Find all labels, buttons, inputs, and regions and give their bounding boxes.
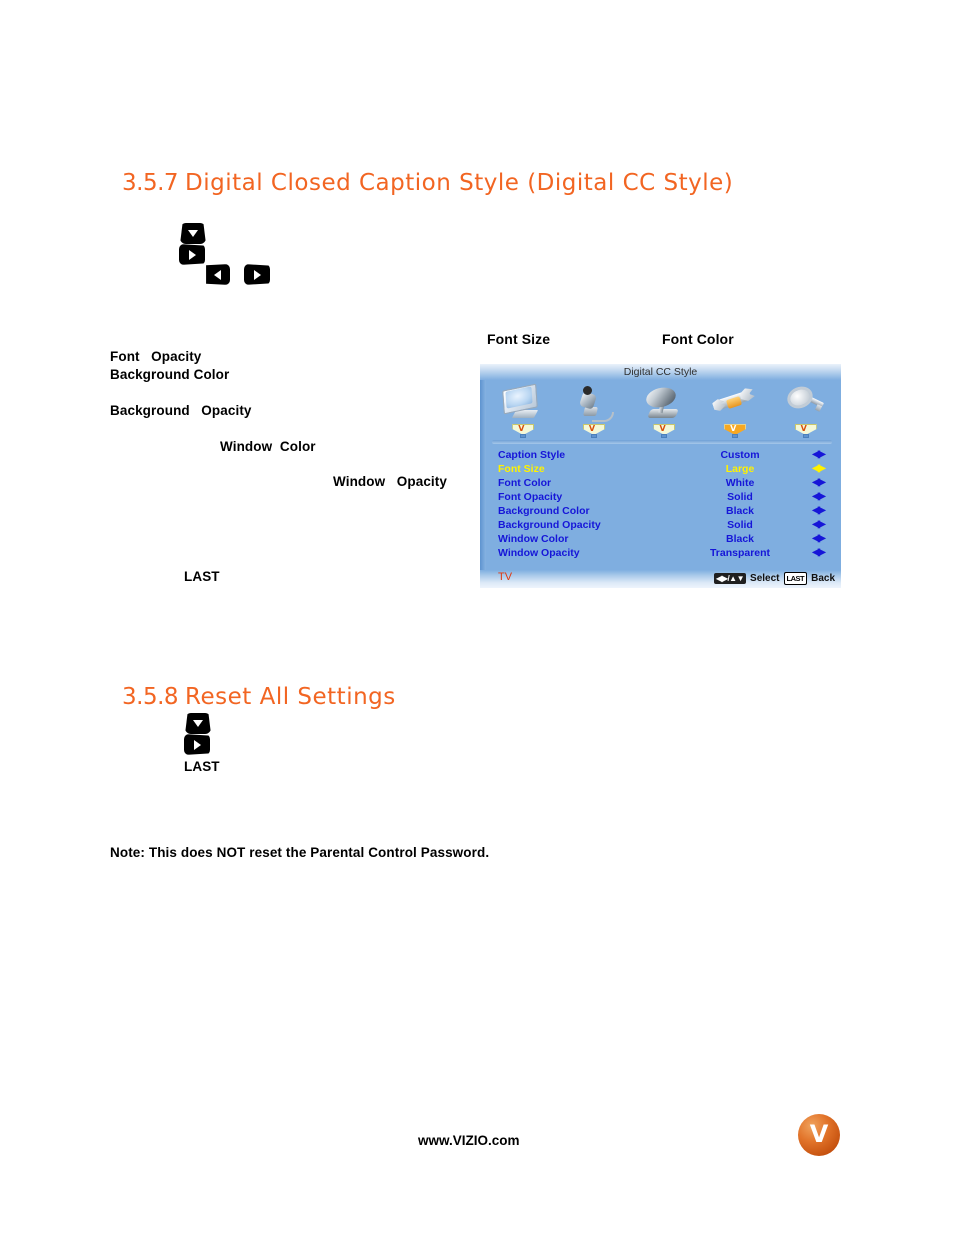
osd-row-label: Background Opacity: [498, 519, 601, 531]
osd-tab-marker: V: [582, 424, 605, 438]
microphone-audio-icon: [571, 385, 617, 423]
osd-row-font-opacity[interactable]: Font Opacity Solid ◀▶: [480, 490, 841, 504]
callout-font-size: Font Size: [487, 331, 551, 347]
last-keycap-icon: LAST: [783, 572, 808, 585]
osd-row-value: Transparent: [709, 547, 771, 559]
down-arrow-icon: [188, 230, 198, 237]
osd-settings-list: Caption Style Custom ◀▶ Font Size Large …: [480, 448, 841, 560]
osd-tab-marker-selected: V: [724, 424, 747, 438]
osd-tab-parental[interactable]: V: [776, 382, 836, 438]
osd-row-label: Font Opacity: [498, 491, 563, 503]
tv-osd-menu: Digital CC Style V V V V V Caption Style…: [480, 364, 841, 588]
osd-row-value: Large: [725, 463, 755, 475]
osd-tab-marker: V: [794, 424, 817, 438]
osd-row-adjust-icon[interactable]: ◀▶: [811, 448, 825, 462]
body-fragment-last-358: LAST: [184, 759, 220, 774]
vizio-logo: V: [798, 1114, 840, 1156]
vizio-v-glyph: V: [588, 424, 596, 433]
osd-row-label: Background Color: [498, 505, 590, 517]
osd-title: Digital CC Style: [480, 364, 841, 380]
osd-row-value: Custom: [720, 449, 760, 461]
callout-font-color: Font Color: [662, 331, 734, 347]
right-arrow-icon: [193, 739, 201, 750]
osd-row-label: Caption Style: [498, 449, 566, 461]
vizio-v-glyph: V: [518, 424, 525, 433]
section-number: 3.5.8: [122, 684, 179, 710]
body-fragment-window-opacity: Window Opacity: [333, 474, 447, 489]
osd-row-label: Font Color: [498, 477, 552, 489]
down-arrow-icon: [193, 720, 203, 727]
osd-row-label: Font Size: [498, 463, 545, 475]
remote-key-right-arrow-1: [179, 244, 205, 265]
section-heading-357: 3.5.7 Digital Closed Caption Style (Digit…: [122, 170, 733, 196]
body-fragment-background-color: Background Color: [110, 367, 230, 382]
key-parental-icon: [783, 382, 829, 423]
remote-key-down-arrow: [180, 223, 206, 244]
osd-icon-row: V V V V V: [488, 380, 841, 438]
section-number: 3.5.7: [122, 170, 179, 196]
osd-row-adjust-icon[interactable]: ◀▶: [811, 532, 825, 546]
osd-row-label: Window Opacity: [498, 547, 580, 559]
osd-row-adjust-icon[interactable]: ◀▶: [811, 462, 825, 476]
osd-divider: [492, 440, 832, 444]
vizio-v-glyph: V: [659, 424, 666, 433]
osd-footer-hints: ◀▶/▲▼ Select LAST Back: [714, 572, 835, 585]
osd-row-value: White: [725, 477, 755, 489]
right-arrow-icon: [253, 269, 261, 280]
osd-row-font-color[interactable]: Font Color White ◀▶: [480, 476, 841, 490]
vizio-v-glyph: V: [730, 424, 737, 433]
osd-row-adjust-icon[interactable]: ◀▶: [811, 546, 825, 560]
vizio-v-glyph: V: [800, 424, 807, 433]
osd-row-value: Black: [725, 533, 755, 545]
osd-row-adjust-icon[interactable]: ◀▶: [811, 504, 825, 518]
section-title: Digital Closed Caption Style (Digital CC…: [185, 170, 734, 196]
osd-input-source-label: TV: [498, 571, 513, 583]
osd-row-window-opacity[interactable]: Window Opacity Transparent ◀▶: [480, 546, 841, 560]
select-keycap-icon: ◀▶/▲▼: [714, 573, 747, 584]
remote-key-down-arrow-358: [185, 713, 211, 734]
osd-row-value: Black: [725, 505, 755, 517]
wrench-setup-icon: [712, 385, 758, 423]
remote-key-left-arrow: [206, 264, 230, 285]
back-hint-label: Back: [811, 573, 835, 584]
footer-website-url: www.VIZIO.com: [418, 1133, 520, 1148]
osd-row-caption-style[interactable]: Caption Style Custom ◀▶: [480, 448, 841, 462]
osd-tab-setup[interactable]: V: [705, 385, 765, 438]
body-fragment-last-357: LAST: [184, 569, 220, 584]
osd-row-font-size[interactable]: Font Size Large ◀▶: [480, 462, 841, 476]
osd-row-adjust-icon[interactable]: ◀▶: [811, 518, 825, 532]
satellite-dish-tuner-icon: [641, 384, 687, 423]
osd-tab-marker: V: [653, 424, 676, 438]
tv-monitor-icon: [500, 383, 546, 423]
osd-footer-bar: TV ◀▶/▲▼ Select LAST Back: [480, 570, 841, 588]
body-fragment-background-opacity: Background Opacity: [110, 403, 252, 418]
osd-row-label: Window Color: [498, 533, 569, 545]
select-hint-label: Select: [750, 573, 780, 584]
osd-row-adjust-icon[interactable]: ◀▶: [811, 476, 825, 490]
left-arrow-icon: [213, 269, 221, 280]
remote-key-right-arrow-358: [184, 734, 210, 755]
osd-tab-tv[interactable]: V: [493, 383, 553, 438]
osd-row-adjust-icon[interactable]: ◀▶: [811, 490, 825, 504]
remote-key-right-arrow-2: [244, 264, 270, 285]
osd-row-value: Solid: [727, 519, 753, 531]
section-heading-358: 3.5.8 Reset All Settings: [122, 684, 396, 710]
section-title: Reset All Settings: [185, 684, 396, 710]
osd-tab-tuner[interactable]: V: [634, 384, 694, 438]
osd-row-value: Solid: [727, 491, 753, 503]
note-text: Note: This does NOT reset the Parental C…: [110, 845, 490, 860]
body-fragment-window-color: Window Color: [220, 439, 316, 454]
osd-row-background-color[interactable]: Background Color Black ◀▶: [480, 504, 841, 518]
body-fragment-font-opacity: Font Opacity: [110, 349, 202, 364]
osd-tab-audio[interactable]: V: [564, 385, 624, 438]
osd-tab-marker: V: [512, 424, 535, 438]
right-arrow-icon: [188, 249, 196, 260]
vizio-logo-letter: V: [809, 1120, 829, 1148]
osd-row-window-color[interactable]: Window Color Black ◀▶: [480, 532, 841, 546]
osd-row-background-opacity[interactable]: Background Opacity Solid ◀▶: [480, 518, 841, 532]
